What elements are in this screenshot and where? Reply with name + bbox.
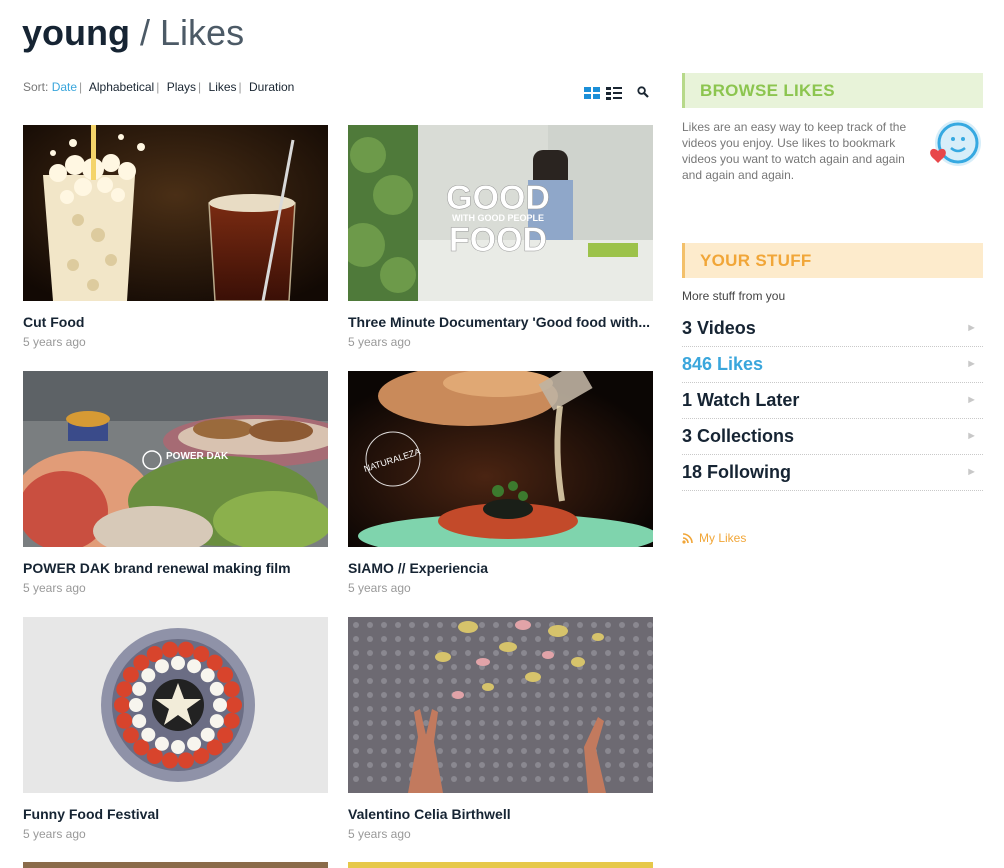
video-date: 5 years ago — [23, 827, 86, 841]
video-thumbnail[interactable] — [23, 125, 328, 301]
video-title[interactable]: SIAMO // Experiencia — [348, 560, 653, 576]
title-separator: / — [140, 12, 151, 53]
video-thumbnail[interactable]: POWER DAK — [23, 371, 328, 547]
sort-option-alphabetical[interactable]: Alphabetical — [89, 80, 154, 94]
sort-option-plays[interactable]: Plays — [167, 80, 196, 94]
video-date: 5 years ago — [348, 827, 411, 841]
chevron-right-icon: ► — [966, 358, 977, 370]
chevron-right-icon: ► — [966, 394, 977, 406]
chevron-right-icon: ► — [966, 430, 977, 442]
my-likes-rss-link[interactable]: My Likes — [682, 531, 983, 545]
your-stuff-list: 3 Videos ► 846 Likes ► 1 Watch Later ► 3 Co… — [682, 311, 983, 491]
sort-label: Sort: — [23, 80, 49, 94]
video-card[interactable]: POWER DAK POWER DAK brand renewal making… — [23, 371, 328, 595]
video-thumbnail[interactable]: GOOD WITH GOOD PEOPLE FOOD — [348, 125, 653, 301]
sort-bar: Sort: Date | Alphabetical | Plays | Likes | … — [23, 80, 295, 94]
stuff-item-label[interactable]: 18 Following — [682, 462, 791, 482]
video-thumbnail[interactable]: NATURALEZA — [348, 371, 653, 547]
sort-option-duration[interactable]: Duration — [249, 80, 294, 94]
grid-view-icon[interactable] — [584, 87, 600, 100]
view-toggle — [584, 87, 622, 100]
page-name: Likes — [160, 12, 245, 53]
thumb-text-power-dak: POWER DAK — [166, 451, 229, 462]
video-title[interactable]: Funny Food Festival — [23, 806, 328, 822]
video-title[interactable]: Three Minute Documentary 'Good food with… — [348, 314, 653, 330]
video-title[interactable]: POWER DAK brand renewal making film — [23, 560, 328, 576]
list-view-icon[interactable] — [606, 87, 622, 100]
stuff-item-likes[interactable]: 846 Likes ► — [682, 347, 983, 383]
video-thumbnail-partial[interactable] — [23, 862, 328, 868]
chevron-right-icon: ► — [966, 322, 977, 334]
stuff-item-label[interactable]: 846 Likes — [682, 354, 763, 374]
browse-likes-panel: BROWSE LIKES Likes are an easy way to ke… — [682, 73, 983, 183]
your-stuff-subtitle: More stuff from you — [682, 289, 786, 303]
video-thumbnail[interactable] — [23, 617, 328, 793]
owner-name-link[interactable]: young — [22, 12, 130, 53]
stuff-item-label[interactable]: 3 Collections — [682, 426, 794, 446]
stuff-item-videos[interactable]: 3 Videos ► — [682, 311, 983, 347]
video-date: 5 years ago — [23, 581, 86, 595]
sort-option-date[interactable]: Date — [52, 80, 77, 94]
video-date: 5 years ago — [348, 335, 411, 349]
chevron-right-icon: ► — [966, 466, 977, 478]
your-stuff-panel: YOUR STUFF More stuff from you 3 Videos ►… — [682, 243, 983, 545]
page-title: young / Likes — [22, 12, 244, 54]
video-card[interactable]: NATURALEZA SIAMO // Experiencia 5 years … — [348, 371, 653, 595]
video-title[interactable]: Cut Food — [23, 314, 328, 330]
video-card[interactable]: Cut Food 5 years ago — [23, 125, 328, 349]
video-card[interactable]: GOOD WITH GOOD PEOPLE FOOD Three Minute … — [348, 125, 653, 349]
browse-likes-description: Likes are an easy way to keep track of t… — [682, 120, 907, 182]
rss-icon — [682, 532, 693, 544]
video-date: 5 years ago — [348, 581, 411, 595]
video-card[interactable]: Valentino Celia Birthwell 5 years ago — [348, 617, 653, 841]
thumb-text-good: GOOD — [446, 179, 550, 217]
video-date: 5 years ago — [23, 335, 86, 349]
stuff-item-following[interactable]: 18 Following ► — [682, 455, 983, 491]
sort-option-likes[interactable]: Likes — [209, 80, 237, 94]
search-icon[interactable] — [637, 86, 649, 98]
stuff-item-collections[interactable]: 3 Collections ► — [682, 419, 983, 455]
browse-likes-heading: BROWSE LIKES — [682, 73, 983, 108]
likes-face-heart-icon — [930, 120, 981, 166]
video-thumbnail[interactable] — [348, 617, 653, 793]
stuff-item-watch-later[interactable]: 1 Watch Later ► — [682, 383, 983, 419]
video-title[interactable]: Valentino Celia Birthwell — [348, 806, 653, 822]
video-thumbnail-partial[interactable] — [348, 862, 653, 868]
stuff-item-label[interactable]: 1 Watch Later — [682, 390, 799, 410]
video-card[interactable]: Funny Food Festival 5 years ago — [23, 617, 328, 841]
stuff-item-label[interactable]: 3 Videos — [682, 318, 756, 338]
my-likes-label[interactable]: My Likes — [699, 531, 746, 545]
your-stuff-heading: YOUR STUFF — [682, 243, 983, 278]
thumb-text-food: FOOD — [449, 221, 547, 259]
